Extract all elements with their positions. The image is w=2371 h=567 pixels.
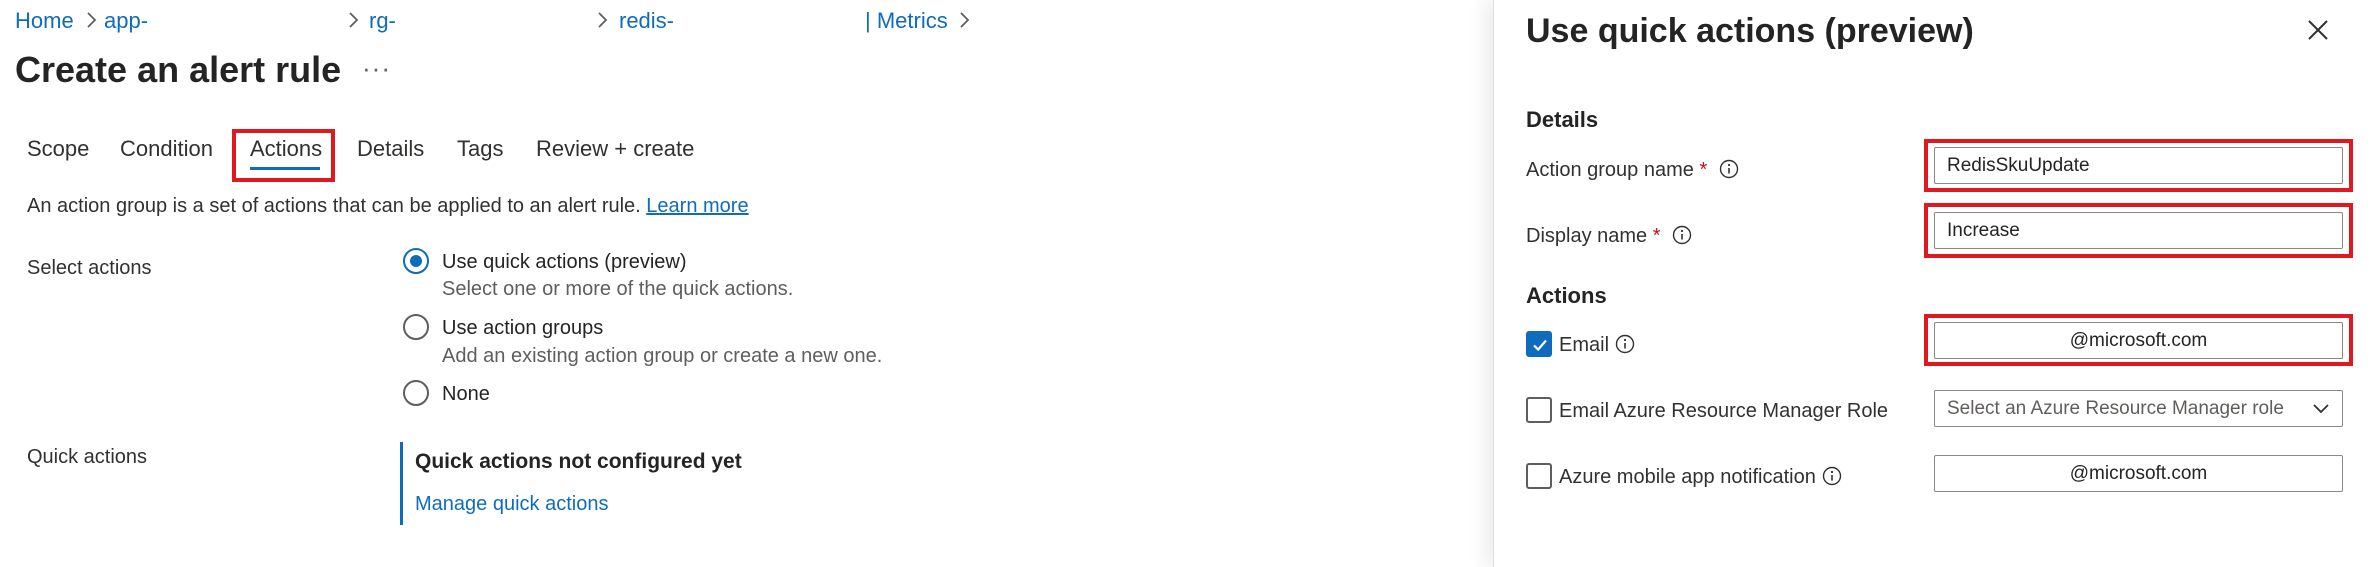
action-group-name-label-text: Action group name: [1526, 159, 1694, 181]
breadcrumb-resource-group[interactable]: rg-: [369, 8, 396, 34]
highlight-box: [232, 129, 335, 182]
chevron-right-icon: [86, 11, 97, 29]
action-group-name-input[interactable]: RedisSkuUpdate: [1934, 147, 2343, 184]
tab-review-create[interactable]: Review + create: [536, 134, 694, 164]
radio-none[interactable]: [403, 380, 429, 406]
display-name-input[interactable]: Increase: [1934, 212, 2343, 249]
manage-quick-actions-link[interactable]: Manage quick actions: [415, 491, 608, 517]
actions-heading: Actions: [1526, 283, 1607, 308]
select-actions-label: Select actions: [27, 257, 152, 279]
mobile-notification-input[interactable]: @microsoft.com: [1934, 455, 2343, 492]
chevron-right-icon: [597, 11, 608, 29]
tab-details[interactable]: Details: [357, 134, 424, 164]
chevron-right-icon: [348, 11, 359, 29]
email-input[interactable]: @microsoft.com: [1934, 322, 2343, 359]
arm-role-label: Email Azure Resource Manager Role: [1559, 400, 1889, 422]
close-icon[interactable]: [2306, 18, 2330, 42]
display-name-label: Display name *: [1526, 224, 1692, 248]
breadcrumb-metrics[interactable]: | Metrics: [865, 8, 948, 34]
radio-none-label: None: [442, 383, 490, 405]
arm-role-dropdown[interactable]: Select an Azure Resource Manager role: [1934, 390, 2343, 427]
chevron-right-icon: [959, 11, 970, 29]
quick-actions-status: Quick actions not configured yet: [415, 450, 742, 473]
breadcrumb-app[interactable]: app-: [104, 8, 148, 34]
mobile-notification-label: Azure mobile app notification: [1559, 465, 1842, 489]
action-group-name-label: Action group name *: [1526, 158, 1739, 182]
info-icon[interactable]: [1615, 334, 1635, 354]
required-marker: *: [1699, 159, 1708, 181]
radio-quick-actions-label: Use quick actions (preview): [442, 251, 687, 273]
more-options-button[interactable]: ···: [362, 55, 391, 81]
mobile-notification-label-text: Azure mobile app notification: [1559, 466, 1816, 488]
email-checkbox[interactable]: [1526, 331, 1552, 357]
info-icon[interactable]: [1672, 225, 1692, 245]
learn-more-link[interactable]: Learn more: [646, 195, 748, 217]
radio-action-groups-label: Use action groups: [442, 317, 604, 339]
radio-action-groups-sub: Add an existing action group or create a…: [442, 345, 883, 367]
tab-tags[interactable]: Tags: [457, 134, 503, 164]
display-name-label-text: Display name: [1526, 225, 1648, 247]
breadcrumb-redis[interactable]: redis-: [619, 8, 674, 34]
info-icon[interactable]: [1719, 159, 1739, 179]
breadcrumb-home[interactable]: Home: [15, 8, 74, 34]
description-text: An action group is a set of actions that…: [27, 195, 641, 217]
arm-role-checkbox[interactable]: [1526, 397, 1552, 423]
radio-quick-actions-sub: Select one or more of the quick actions.: [442, 278, 794, 300]
chevron-down-icon: [2313, 404, 2329, 414]
panel-title: Use quick actions (preview): [1526, 12, 1974, 50]
details-heading: Details: [1526, 107, 1599, 132]
quick-actions-label: Quick actions: [27, 446, 148, 468]
radio-action-groups[interactable]: [403, 314, 429, 340]
email-label-text: Email: [1559, 334, 1610, 356]
tab-scope[interactable]: Scope: [27, 134, 89, 164]
action-group-description: An action group is a set of actions that…: [27, 193, 749, 219]
mobile-notification-checkbox[interactable]: [1526, 463, 1552, 489]
quick-actions-accent-bar: [400, 442, 403, 525]
arm-role-placeholder: Select an Azure Resource Manager role: [1947, 398, 2284, 419]
page-title: Create an alert rule: [15, 49, 342, 90]
tab-condition[interactable]: Condition: [120, 134, 213, 164]
radio-quick-actions[interactable]: [403, 248, 429, 274]
info-icon[interactable]: [1822, 466, 1842, 486]
required-marker: *: [1652, 225, 1661, 247]
checkmark-icon: [1533, 339, 1547, 352]
email-label: Email: [1559, 333, 1635, 357]
